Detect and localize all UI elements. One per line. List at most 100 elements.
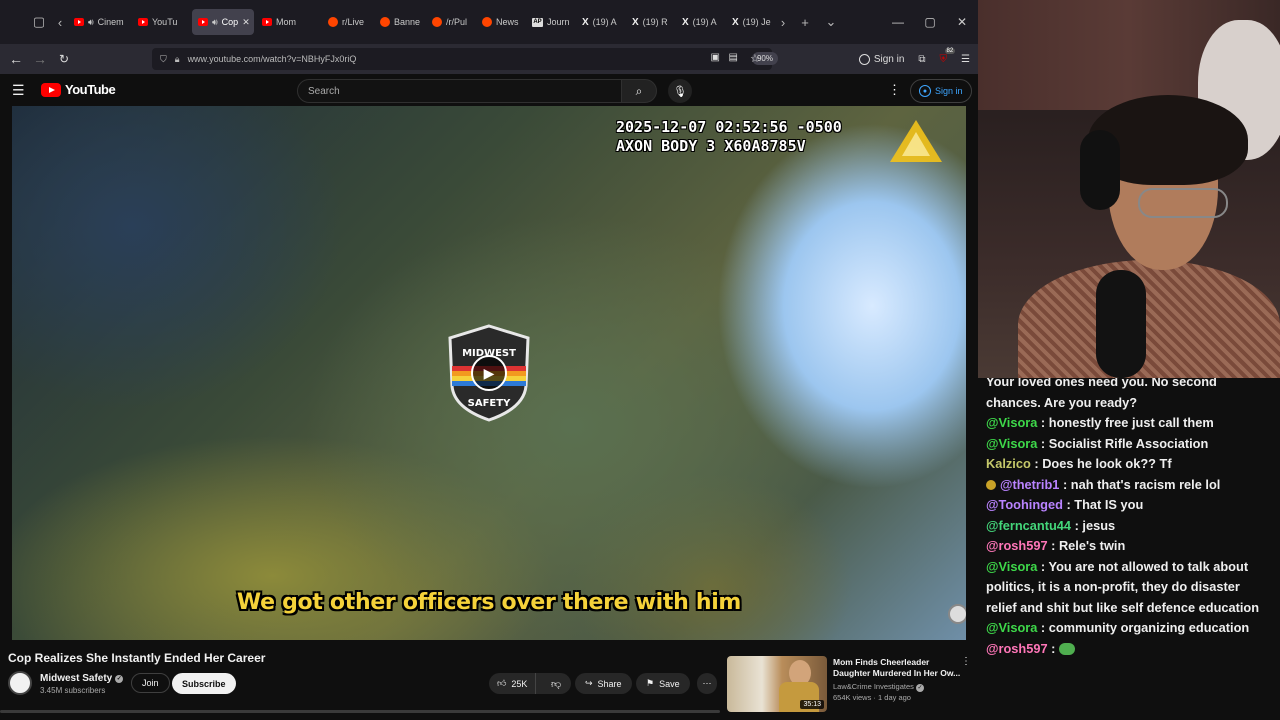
- tab-list-icon[interactable]: ▢: [26, 9, 52, 35]
- more-actions-button[interactable]: ⋯: [697, 673, 717, 694]
- tab-label: Cinem: [97, 17, 124, 27]
- share-button[interactable]: ↪ Share: [575, 673, 632, 694]
- chat-author[interactable]: @rosh597: [986, 538, 1048, 553]
- search-icon: ⌕: [635, 83, 643, 98]
- navigation-bar: ← → ↻ ⛉ 🔒︎ www.youtube.com/watch?v=NBHyF…: [0, 44, 978, 74]
- new-tab-icon[interactable]: +: [792, 9, 818, 35]
- channel-avatar[interactable]: [8, 671, 32, 695]
- recommended-channel-text[interactable]: Law&Crime Investigates: [833, 682, 914, 691]
- chat-author[interactable]: Kalzico: [986, 456, 1031, 471]
- browser-tab[interactable]: 🔊︎ Cop ✕: [192, 9, 254, 35]
- close-window-icon[interactable]: ✕: [946, 15, 978, 29]
- speaker-icon[interactable]: 🔊︎: [88, 17, 94, 28]
- forward-icon[interactable]: →: [28, 51, 52, 67]
- browser-tab[interactable]: News: [476, 9, 524, 35]
- extensions-icon[interactable]: ⧉: [918, 54, 925, 65]
- channel-name[interactable]: Midwest Safety ✓: [40, 673, 124, 684]
- like-button[interactable]: 👍︎ 25K: [489, 673, 537, 694]
- recommended-menu-icon[interactable]: ⋮: [961, 656, 971, 667]
- like-count: 25K: [511, 678, 528, 689]
- chat-message: @thetrib1 : nah that's racism rele lol: [986, 475, 1280, 496]
- bookmark-icon: ⚑: [646, 678, 655, 688]
- browser-tab[interactable]: AP Journ: [526, 9, 574, 35]
- close-tab-icon[interactable]: ✕: [242, 17, 250, 28]
- reddit-icon: [380, 17, 390, 27]
- picture-icon[interactable]: ▣: [711, 52, 720, 63]
- maximize-icon[interactable]: ▢: [914, 15, 946, 29]
- search-button[interactable]: ⌕: [621, 79, 657, 103]
- chat-separator: :: [1071, 517, 1083, 533]
- chat-author[interactable]: @ferncantu44: [986, 518, 1071, 533]
- browser-tab[interactable]: /r/Pul: [426, 9, 474, 35]
- chat-author[interactable]: @Visora: [986, 559, 1037, 574]
- ublock-icon[interactable]: ⛨ 82: [940, 47, 956, 65]
- play-icon[interactable]: ▶: [471, 355, 507, 391]
- channel-branding-icon[interactable]: [948, 604, 966, 624]
- chat-author[interactable]: @thetrib1: [1000, 477, 1059, 492]
- x-icon: X: [632, 16, 639, 28]
- x-icon: X: [732, 16, 739, 28]
- more-icon: ⋯: [702, 678, 712, 688]
- youtube-logo-icon: [41, 82, 61, 97]
- chat-author[interactable]: @Visora: [986, 415, 1037, 430]
- axon-logo-icon: [890, 120, 942, 162]
- account-sign-in-label: Sign in: [873, 53, 905, 65]
- reader-view-icon[interactable]: ▤: [729, 52, 738, 63]
- lock-icon[interactable]: 🔒︎: [175, 54, 180, 65]
- speaker-icon[interactable]: 🔊︎: [212, 17, 218, 28]
- chat-author[interactable]: @Toohinged: [986, 497, 1063, 512]
- dislike-button[interactable]: 👎︎: [541, 678, 571, 690]
- url-text[interactable]: www.youtube.com/watch?v=NBHyFJx0riQ: [188, 54, 357, 64]
- recommended-video[interactable]: 35:13 Mom Finds Cheerleader Daughter Mur…: [727, 656, 972, 712]
- address-bar[interactable]: ⛉ 🔒︎ www.youtube.com/watch?v=NBHyFJx0riQ…: [152, 48, 778, 70]
- chat-author[interactable]: @Visora: [986, 620, 1037, 635]
- chat-author[interactable]: @rosh597: [986, 641, 1048, 656]
- browser-tab[interactable]: Mom: [256, 9, 320, 35]
- shield-icon[interactable]: ⛉: [160, 54, 167, 65]
- video-player[interactable]: 2025-12-07 02:52:56 -0500 AXON BODY 3 X6…: [12, 106, 966, 640]
- minimize-icon[interactable]: —: [882, 15, 914, 29]
- chat-message: @Visora : community organizing education: [986, 618, 1280, 639]
- browser-tab[interactable]: X (19) A: [676, 9, 724, 35]
- youtube-sign-in-button[interactable]: ● Sign in: [910, 79, 972, 103]
- chat-text: nah that's racism rele lol: [1070, 476, 1221, 492]
- recommended-thumbnail[interactable]: 35:13: [727, 656, 827, 712]
- browser-tab[interactable]: 🔊︎ Cinem: [68, 9, 130, 35]
- recommended-title[interactable]: Mom Finds Cheerleader Daughter Murdered …: [833, 657, 961, 679]
- recommended-channel[interactable]: Law&Crime Investigates ✓: [833, 682, 924, 692]
- browser-tab[interactable]: Banne: [374, 9, 424, 35]
- browser-tab[interactable]: YouTu: [132, 9, 190, 35]
- tab-scroll-right-icon[interactable]: ›: [774, 9, 792, 35]
- guide-menu-icon[interactable]: ☰: [12, 82, 25, 99]
- browser-tab[interactable]: X (19) Je: [726, 9, 774, 35]
- account-button[interactable]: Sign in: [858, 53, 905, 65]
- tab-overflow-icon[interactable]: ⌄: [818, 9, 844, 35]
- tab-label: Cop: [221, 17, 239, 27]
- browser-tab[interactable]: X (19) R: [626, 9, 674, 35]
- channel-name-text[interactable]: Midwest Safety: [40, 673, 112, 684]
- chat-text: Rele's twin: [1058, 538, 1126, 553]
- subscribe-button[interactable]: Subscribe: [172, 673, 236, 694]
- reload-icon[interactable]: ↻: [52, 52, 76, 66]
- join-button[interactable]: Join: [131, 673, 170, 693]
- voice-search-button[interactable]: 🎙︎: [668, 79, 692, 103]
- menu-icon[interactable]: ☰: [961, 54, 970, 65]
- tab-label: r/Live: [342, 17, 365, 27]
- save-button[interactable]: ⚑ Save: [636, 673, 690, 694]
- microphone-icon: 🎙︎: [673, 85, 687, 98]
- tab-label: (19) Je: [742, 17, 771, 27]
- bookmark-star-icon[interactable]: ☆: [750, 52, 760, 65]
- tab-scroll-left-icon[interactable]: ‹: [52, 9, 68, 35]
- x-icon: X: [682, 16, 689, 28]
- tab-label: Journ: [547, 17, 570, 27]
- browser-tab[interactable]: X (19) A: [576, 9, 624, 35]
- horizontal-scrollbar[interactable]: [0, 710, 720, 713]
- search-input[interactable]: Search: [297, 79, 622, 103]
- browser-tab[interactable]: r/Live: [322, 9, 372, 35]
- youtube-logo[interactable]: YouTube: [41, 82, 116, 97]
- chat-author[interactable]: @Visora: [986, 436, 1037, 451]
- youtube-icon: [138, 18, 148, 26]
- back-icon[interactable]: ←: [4, 51, 28, 67]
- bodycam-timestamp: 2025-12-07 02:52:56 -0500: [616, 118, 842, 136]
- settings-kebab-icon[interactable]: ⋮: [888, 82, 901, 98]
